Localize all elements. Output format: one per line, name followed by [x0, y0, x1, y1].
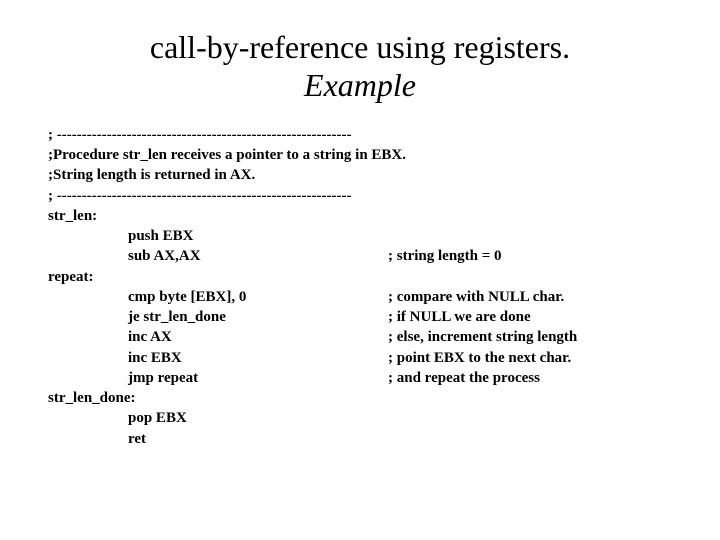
title-line-2: Example: [48, 66, 672, 104]
instr-push-ebx: push EBX: [128, 226, 388, 246]
comment-procedure: ;Procedure str_len receives a pointer to…: [48, 145, 672, 165]
code-comment: ; else, increment string length: [388, 327, 672, 347]
code-comment: [388, 408, 672, 428]
comment-separator: ; --------------------------------------…: [48, 186, 672, 206]
instr-inc-ebx: inc EBX: [128, 348, 388, 368]
code-indent: [48, 408, 128, 428]
label-repeat: repeat:: [48, 267, 672, 287]
code-line: je str_len_done ; if NULL we are done: [48, 307, 672, 327]
label-strlen: str_len:: [48, 206, 672, 226]
code-indent: [48, 307, 128, 327]
instr-jmp-repeat: jmp repeat: [128, 368, 388, 388]
instr-cmp-byte: cmp byte [EBX], 0: [128, 287, 388, 307]
code-line: sub AX,AX ; string length = 0: [48, 246, 672, 266]
code-indent: [48, 368, 128, 388]
code-block: ; --------------------------------------…: [48, 125, 672, 449]
comment-separator: ; --------------------------------------…: [48, 125, 672, 145]
label-done: str_len_done:: [48, 388, 672, 408]
code-comment: ; and repeat the process: [388, 368, 672, 388]
code-indent: [48, 226, 128, 246]
instr-ret: ret: [128, 429, 388, 449]
code-comment: ; point EBX to the next char.: [388, 348, 672, 368]
code-line: inc AX ; else, increment string length: [48, 327, 672, 347]
code-indent: [48, 327, 128, 347]
code-comment: [388, 226, 672, 246]
instr-inc-ax: inc AX: [128, 327, 388, 347]
title-line-1: call-by-reference using registers.: [150, 29, 570, 65]
code-indent: [48, 246, 128, 266]
comment-return: ;String length is returned in AX.: [48, 165, 672, 185]
instr-pop-ebx: pop EBX: [128, 408, 388, 428]
instr-je-done: je str_len_done: [128, 307, 388, 327]
code-line: push EBX: [48, 226, 672, 246]
code-line: cmp byte [EBX], 0 ; compare with NULL ch…: [48, 287, 672, 307]
code-comment: ; if NULL we are done: [388, 307, 672, 327]
code-indent: [48, 429, 128, 449]
code-comment: ; string length = 0: [388, 246, 672, 266]
code-indent: [48, 287, 128, 307]
code-comment: [388, 429, 672, 449]
code-line: inc EBX ; point EBX to the next char.: [48, 348, 672, 368]
slide-title: call-by-reference using registers. Examp…: [48, 28, 672, 105]
instr-sub-ax: sub AX,AX: [128, 246, 388, 266]
slide: call-by-reference using registers. Examp…: [0, 0, 720, 540]
code-line: jmp repeat ; and repeat the process: [48, 368, 672, 388]
code-line: pop EBX: [48, 408, 672, 428]
code-line: ret: [48, 429, 672, 449]
code-comment: ; compare with NULL char.: [388, 287, 672, 307]
code-indent: [48, 348, 128, 368]
